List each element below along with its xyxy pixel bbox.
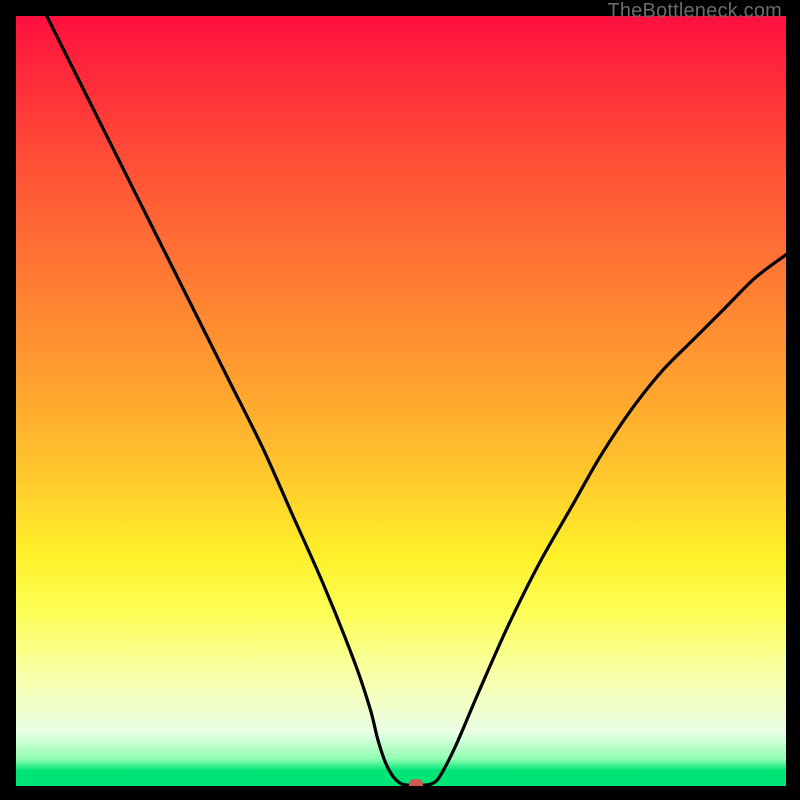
optimal-marker (409, 779, 423, 786)
plot-area (16, 16, 786, 786)
chart-frame: TheBottleneck.com (0, 0, 800, 800)
bottleneck-curve (16, 16, 786, 786)
watermark-text: TheBottleneck.com (607, 0, 782, 23)
